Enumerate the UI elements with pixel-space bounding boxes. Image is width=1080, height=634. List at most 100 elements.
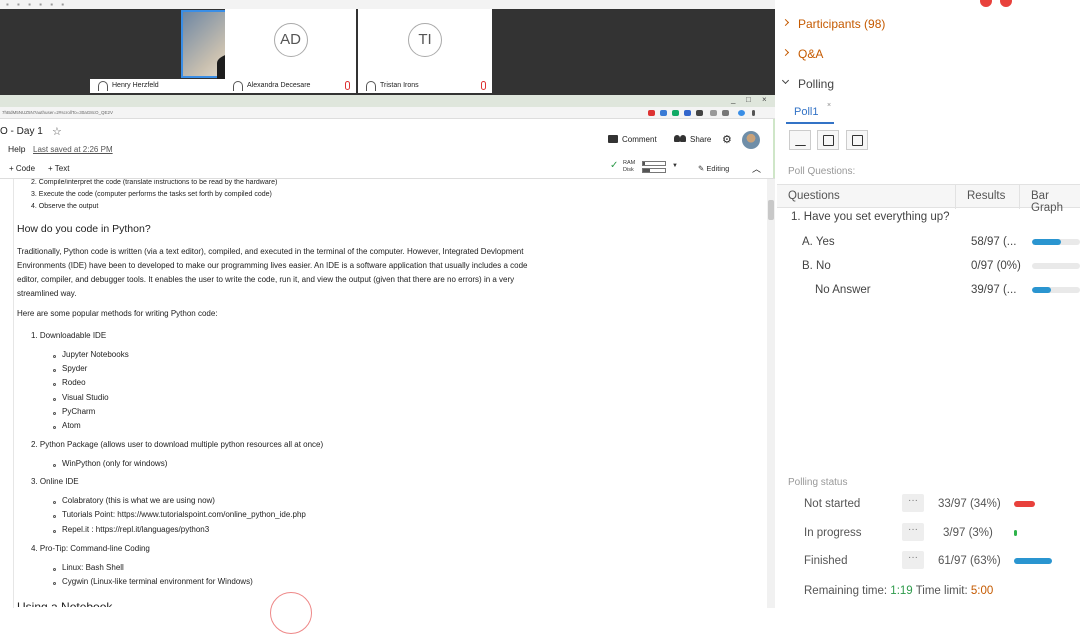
chevron-up-icon[interactable]: ︿ xyxy=(752,162,761,175)
answer-result: 58/97 (... xyxy=(971,236,1017,248)
list-item: 4. Observe the output xyxy=(31,203,99,210)
save-poll-button[interactable] xyxy=(846,130,868,150)
video-tile-henry[interactable] xyxy=(90,9,313,83)
chevron-right-icon xyxy=(781,48,790,57)
maximize-icon[interactable]: □ xyxy=(746,95,751,104)
video-name-bar: Henry Herzfeld xyxy=(90,79,225,93)
headset-icon xyxy=(233,81,243,91)
answer-bar xyxy=(1032,287,1080,293)
disk-label: Disk xyxy=(623,167,634,173)
webinar-side-panel: Participants (98) Q&A Polling Poll1 × Po… xyxy=(777,0,1080,608)
download-icon xyxy=(852,135,863,146)
answer-option: No Answer xyxy=(815,284,871,296)
list-item: Tutorials Point: https://www.tutorialspo… xyxy=(62,508,306,521)
close-icon[interactable]: × xyxy=(827,102,831,109)
polling-section[interactable]: Polling xyxy=(781,76,834,91)
results-table-header: Questions Results Bar Graph xyxy=(777,184,1080,214)
column-header: Results xyxy=(967,190,1006,202)
star-icon[interactable]: ☆ xyxy=(52,125,62,138)
poll-questions-label: Poll Questions: xyxy=(788,166,856,177)
window-menu-dots: ▪ ▪ ▪ ▪ ▪ ▪ xyxy=(6,0,68,9)
menu-help[interactable]: Help xyxy=(8,144,25,154)
link-prefix: Tutorials Point: xyxy=(62,510,118,519)
profile-icon[interactable] xyxy=(738,110,745,116)
list-item: Spyder xyxy=(62,364,88,373)
add-text-button[interactable]: + Text xyxy=(48,164,69,173)
list-item: PyCharm xyxy=(62,407,96,416)
avatar[interactable] xyxy=(742,131,760,149)
notebook-title[interactable]: O - Day 1 xyxy=(0,126,43,137)
paragraph-line: Environments (IDE) have been to develope… xyxy=(17,261,528,270)
column-header: Questions xyxy=(788,190,840,202)
share-button[interactable]: Share xyxy=(674,135,711,144)
notebook-content: 2. Compile/interpret the code (translate… xyxy=(0,179,766,608)
paragraph-line: streamlined way. xyxy=(17,289,77,298)
paragraph-line: editor, compiler, and debugger tools. It… xyxy=(17,275,515,284)
status-value: 3/97 (3%) xyxy=(943,527,993,539)
extension-icon[interactable] xyxy=(672,110,679,116)
top-strip: ▪ ▪ ▪ ▪ ▪ ▪ xyxy=(0,0,775,9)
status-value: 61/97 (63%) xyxy=(938,555,1001,567)
participant-name: Alexandra Decesare xyxy=(247,82,311,89)
floating-annotation-button[interactable] xyxy=(270,592,312,634)
qa-section[interactable]: Q&A xyxy=(781,47,823,61)
more-options-button[interactable]: ··· xyxy=(902,523,924,541)
replit-link[interactable]: https://repl.it/languages/python3 xyxy=(96,525,209,534)
tab-poll1[interactable]: Poll1 xyxy=(794,106,818,118)
video-tile-tristan[interactable]: TI xyxy=(358,9,492,83)
extension-icon[interactable] xyxy=(710,110,717,116)
limit-value: 5:00 xyxy=(970,585,994,597)
extension-icon[interactable] xyxy=(696,110,703,116)
chevron-down-icon xyxy=(781,76,790,85)
scrollbar-thumb[interactable] xyxy=(768,200,774,220)
list-item: Repel.it : https://repl.it/languages/pyt… xyxy=(62,523,209,536)
url-bar[interactable]: 7hBdM5NUZ5N?authuser=2#scrollTo=30aG8cO_… xyxy=(0,107,775,119)
list-item: Atom xyxy=(62,421,81,430)
list-item: Linux: Bash Shell xyxy=(62,563,124,572)
answer-option: B. No xyxy=(802,260,831,272)
participants-section[interactable]: Participants (98) xyxy=(781,17,885,31)
avatar: AD xyxy=(273,23,308,57)
chevron-down-icon[interactable]: ▼ xyxy=(672,163,678,170)
extension-icon[interactable] xyxy=(648,110,655,116)
list-heading: 2. Python Package (allows user to downlo… xyxy=(31,440,324,449)
disk-bar xyxy=(642,168,666,173)
add-code-button[interactable]: + Code xyxy=(9,164,35,173)
cell-rail xyxy=(13,179,14,608)
menu-icon[interactable] xyxy=(752,110,755,116)
editing-label: Editing xyxy=(706,164,730,173)
editing-mode[interactable]: ✎ Editing xyxy=(698,164,729,173)
remaining-label: Remaining time: xyxy=(804,585,888,597)
open-poll-button[interactable] xyxy=(817,130,839,150)
list-heading: 4. Pro-Tip: Command-line Coding xyxy=(31,544,150,553)
extension-icon[interactable] xyxy=(660,110,667,116)
polling-status-label: Polling status xyxy=(788,477,848,488)
extension-icon[interactable] xyxy=(722,110,729,116)
column-header: Bar Graph xyxy=(1031,190,1063,214)
remaining-value: 1:19 xyxy=(890,585,913,597)
more-options-button[interactable]: ··· xyxy=(902,551,924,569)
close-icon[interactable]: × xyxy=(762,95,767,104)
bar-chart-icon xyxy=(795,135,806,146)
avatar: TI xyxy=(408,23,442,57)
chart-view-button[interactable] xyxy=(789,130,811,150)
video-tile-alexandra[interactable]: AD xyxy=(225,9,356,83)
tutorialspoint-link[interactable]: https://www.tutorialspoint.com/online_py… xyxy=(117,510,306,519)
answer-option: A. Yes xyxy=(802,236,835,248)
list-item: Colabratory (this is what we are using n… xyxy=(62,496,215,505)
more-options-button[interactable]: ··· xyxy=(902,494,924,512)
status-label: In progress xyxy=(804,527,862,539)
video-strip: Henry Herzfeld AD Alexandra Decesare TI … xyxy=(0,9,775,95)
scrollbar[interactable] xyxy=(767,179,775,608)
list-item: WinPython (only for windows) xyxy=(62,459,168,468)
paragraph-line: Traditionally, Python code is written (v… xyxy=(17,247,524,256)
minimize-icon[interactable]: _ xyxy=(731,95,735,104)
gear-icon[interactable]: ⚙ xyxy=(722,133,732,146)
headset-icon xyxy=(98,81,108,91)
answer-result: 0/97 (0%) xyxy=(971,260,1021,272)
participant-name: Tristan Irons xyxy=(380,82,419,89)
last-saved-link[interactable]: Last saved at 2:26 PM xyxy=(33,145,113,154)
participant-name: Henry Herzfeld xyxy=(112,82,159,89)
extension-icon[interactable] xyxy=(684,110,691,116)
comment-button[interactable]: Comment xyxy=(608,135,657,144)
